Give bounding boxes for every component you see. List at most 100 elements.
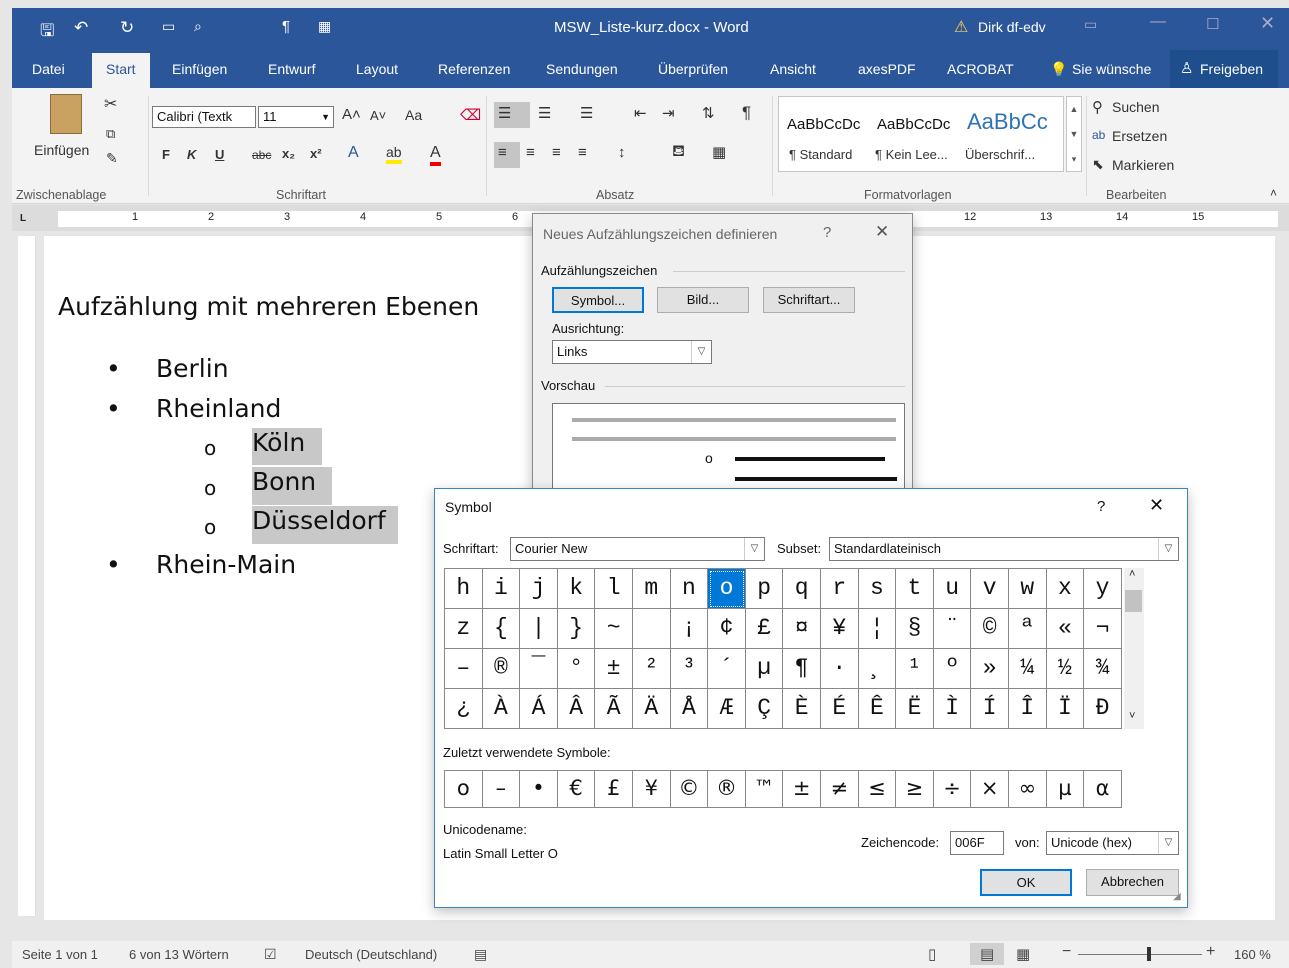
help-icon[interactable]: ?	[823, 224, 831, 241]
symbol-cell[interactable]: Å	[670, 689, 709, 729]
bullet-item-berlin[interactable]: Berlin	[156, 354, 229, 383]
close-icon[interactable]: ✕	[1260, 13, 1275, 34]
sub-item-bonn[interactable]: Bonn	[252, 467, 332, 505]
styles-scroll[interactable]: ▲ ▼ ▾	[1066, 96, 1082, 172]
read-mode-icon[interactable]: ▯	[928, 945, 936, 963]
symbol-cell[interactable]: {	[482, 609, 521, 649]
symbol-cell[interactable]: o	[708, 569, 746, 609]
page-count[interactable]: Seite 1 von 1	[22, 947, 98, 962]
help-icon[interactable]: ?	[1097, 498, 1105, 515]
symbol-cell[interactable]: ¥	[821, 609, 859, 649]
symbol-cell[interactable]: ~	[595, 609, 633, 649]
symbol-cell[interactable]: n	[670, 569, 709, 609]
align-center-icon[interactable]: ≡	[526, 144, 535, 161]
symbol-cell[interactable]: £	[745, 609, 784, 649]
tell-me-input[interactable]: Sie wünsche	[1072, 61, 1151, 77]
symbol-cell[interactable]: u	[933, 569, 972, 609]
cancel-button[interactable]: Abbrechen	[1086, 869, 1179, 896]
tab-ansicht[interactable]: Ansicht	[770, 61, 816, 77]
sub-item-koeln[interactable]: Köln	[252, 428, 322, 465]
language[interactable]: Deutsch (Deutschland)	[305, 947, 437, 962]
show-formatting-icon[interactable]: ¶	[742, 103, 751, 123]
recent-symbol-cell[interactable]: €	[557, 771, 596, 808]
symbol-cell[interactable]: ¡	[670, 609, 709, 649]
change-case-button[interactable]: Aa	[405, 107, 422, 123]
symbol-cell[interactable]: ·	[821, 649, 859, 689]
symbol-cell[interactable]: ¾	[1084, 649, 1122, 689]
charcode-from-select[interactable]: Unicode (hex) ▽	[1046, 831, 1179, 855]
borders-icon[interactable]: ▦	[712, 143, 726, 161]
align-right-icon[interactable]: ≡	[552, 144, 561, 161]
symbol-cell[interactable]: Â	[557, 689, 596, 729]
alignment-select[interactable]: Links ▽	[552, 340, 712, 364]
table-icon[interactable]: ▦	[318, 18, 331, 35]
select-button[interactable]: Markieren	[1112, 157, 1174, 173]
symbol-cell[interactable]	[633, 609, 671, 649]
document-heading[interactable]: Aufzählung mit mehreren Ebenen	[58, 292, 479, 321]
sort-icon[interactable]: ⇅	[702, 104, 715, 122]
bold-button[interactable]: F	[162, 147, 170, 162]
symbol-cell[interactable]: p	[745, 569, 784, 609]
symbol-cell[interactable]: Î	[1009, 689, 1047, 729]
symbol-cell[interactable]: y	[1084, 569, 1122, 609]
symbol-cell[interactable]: Æ	[708, 689, 746, 729]
tab-axespdf[interactable]: axesPDF	[858, 61, 916, 77]
symbol-cell[interactable]: x	[1046, 569, 1085, 609]
symbol-cell[interactable]: i	[482, 569, 521, 609]
symbol-cell[interactable]: Ç	[745, 689, 784, 729]
symbol-cell[interactable]: t	[896, 569, 934, 609]
sub-item-duesseldorf[interactable]: Düsseldorf	[252, 506, 398, 544]
font-name-select[interactable]: Calibri (Textk	[152, 106, 256, 128]
style-standard[interactable]: ¶ Standard	[789, 147, 852, 162]
symbol-cell[interactable]: À	[482, 689, 521, 729]
style-ueberschrift[interactable]: Überschrif...	[965, 147, 1035, 162]
superscript-button[interactable]: x²	[310, 146, 322, 161]
symbol-cell[interactable]: ²	[633, 649, 671, 689]
subscript-button[interactable]: x₂	[282, 146, 295, 161]
paste-icon[interactable]	[50, 94, 82, 134]
multilevel-icon[interactable]: ☰	[580, 104, 593, 122]
style-kein-leerraum[interactable]: ¶ Kein Lee...	[875, 147, 948, 162]
tab-einfuegen[interactable]: Einfügen	[172, 61, 227, 77]
charcode-input[interactable]: 006F	[950, 831, 1004, 855]
symbol-cell[interactable]: °	[557, 649, 596, 689]
zoom-out-icon[interactable]: −	[1062, 943, 1071, 961]
symbol-cell[interactable]: Í	[971, 689, 1009, 729]
zoom-slider[interactable]	[1078, 954, 1202, 955]
symbol-button[interactable]: Symbol...	[552, 287, 644, 313]
tab-layout[interactable]: Layout	[356, 61, 398, 77]
symbol-cell[interactable]: »	[971, 649, 1009, 689]
symbol-cell[interactable]: Ï	[1046, 689, 1085, 729]
symbol-cell[interactable]: l	[595, 569, 633, 609]
picture-button[interactable]: Bild...	[657, 287, 749, 313]
symbol-cell[interactable]: ¼	[1009, 649, 1047, 689]
tab-datei[interactable]: Datei	[32, 61, 65, 77]
tab-sendungen[interactable]: Sendungen	[546, 61, 618, 77]
recent-symbol-cell[interactable]: o	[445, 771, 483, 808]
zoom-thumb[interactable]	[1147, 947, 1151, 961]
subset-select[interactable]: Standardlateinisch ▽	[829, 537, 1179, 561]
style-ueberschrift-preview[interactable]: AaBbCc	[967, 109, 1048, 135]
symbol-cell[interactable]: ¹	[896, 649, 934, 689]
recent-symbol-cell[interactable]: α	[1084, 771, 1122, 808]
symbol-cell[interactable]: ³	[670, 649, 709, 689]
symbol-cell[interactable]: q	[783, 569, 821, 609]
symbol-cell[interactable]: ª	[1009, 609, 1047, 649]
recent-symbols[interactable]: o – • € £ ¥ © ® ™ ± ≠ ≤ ≥ ÷ × ∞ µ α	[444, 770, 1122, 808]
symbol-cell[interactable]: ¸	[858, 649, 897, 689]
bullet-item-rhein-main[interactable]: Rhein-Main	[156, 550, 296, 579]
recent-symbol-cell[interactable]: ™	[745, 771, 784, 808]
symbol-cell[interactable]: ±	[595, 649, 633, 689]
tab-acrobat[interactable]: ACROBAT	[947, 61, 1014, 77]
symbol-cell[interactable]: m	[633, 569, 671, 609]
recent-symbol-cell[interactable]: ≠	[821, 771, 859, 808]
symbol-cell[interactable]: ©	[971, 609, 1009, 649]
recent-symbol-cell[interactable]: ×	[971, 771, 1009, 808]
format-painter-icon[interactable]: ✎	[106, 150, 118, 167]
symbol-cell[interactable]: ¤	[783, 609, 821, 649]
symbol-cell[interactable]: µ	[745, 649, 784, 689]
replace-button[interactable]: Ersetzen	[1112, 128, 1167, 144]
word-count[interactable]: 6 von 13 Wörtern	[129, 947, 229, 962]
symbol-cell[interactable]: s	[858, 569, 897, 609]
font-size-select[interactable]: 11 ▼	[258, 106, 334, 128]
